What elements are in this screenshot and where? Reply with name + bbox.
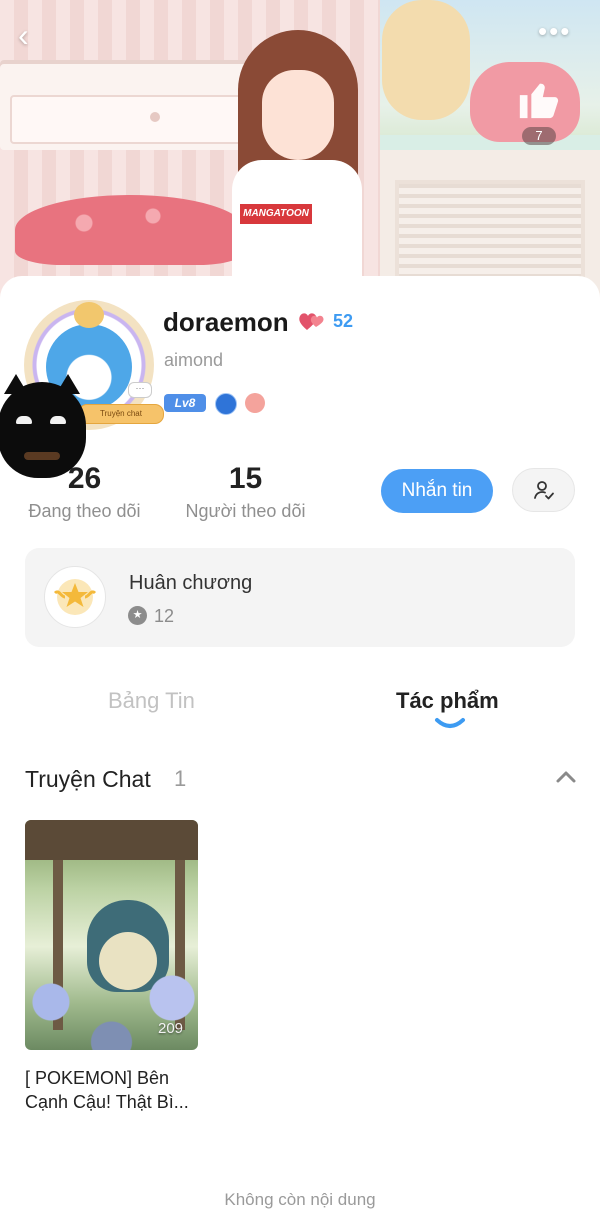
follow-status-button[interactable]	[512, 468, 575, 512]
following-label: Đang theo dõi	[28, 501, 141, 521]
medal-title: Huân chương	[129, 572, 253, 594]
tab-news-feed[interactable]: Bảng Tin	[108, 686, 195, 716]
more-options-button[interactable]: •••	[538, 18, 578, 46]
work-title[interactable]: [ POKEMON] Bên Cạnh Cậu! Thật Bì...	[25, 1066, 215, 1114]
section-title: Truyện Chat	[25, 766, 151, 792]
following-count: 26	[67, 462, 102, 495]
cat-collar	[24, 452, 60, 460]
follow-status-icon	[533, 481, 554, 500]
work-cover[interactable]	[25, 820, 198, 1050]
heart-count: 52	[333, 311, 354, 331]
more-dots-icon: •••	[538, 16, 572, 46]
banner-cabinet-slats	[395, 180, 585, 290]
avatar-chat-bubble-icon: ···	[128, 382, 152, 398]
banner-drawer	[10, 95, 244, 144]
cat-eye-right	[50, 416, 66, 424]
like-button[interactable]: 7	[512, 76, 566, 148]
medal-card[interactable]	[25, 548, 575, 647]
vip-badge-icon[interactable]	[215, 393, 237, 415]
banner-shirt-logo: MANGATOON	[240, 204, 312, 224]
banner-plush-bear	[382, 0, 470, 120]
followers-label: Người theo dõi	[185, 501, 306, 521]
medal-icon	[44, 566, 106, 628]
tab-active-indicator	[435, 718, 465, 728]
level-badge-icon: Lv8	[164, 394, 206, 412]
followers-stat[interactable]: 15 Người theo dõi	[178, 460, 313, 524]
tab-works[interactable]: Tác phẩm	[396, 686, 499, 716]
back-arrow-icon: ‹	[18, 17, 29, 53]
end-of-content-text: Không còn nội dung	[224, 1190, 376, 1209]
like-count: 7	[522, 127, 556, 145]
wing-badge-icon[interactable]	[245, 393, 265, 413]
avatar-tag: Truyện chat	[78, 404, 164, 424]
cat-eye-left	[16, 416, 32, 424]
banner-girl-face	[262, 70, 334, 160]
banner-drawer-knob	[150, 112, 160, 122]
cover-roof	[25, 820, 198, 860]
followers-count: 15	[228, 462, 263, 495]
avatar-frame-bear	[74, 302, 104, 328]
star-icon: ★	[128, 606, 147, 625]
profile-banner: MANGATOON	[0, 0, 600, 300]
medal-count: 12	[154, 606, 175, 626]
message-button[interactable]: Nhắn tin	[381, 469, 493, 513]
collapse-chevron-icon[interactable]	[554, 766, 578, 786]
banner-stool	[15, 195, 245, 265]
following-stat[interactable]: 26 Đang theo dõi	[22, 460, 147, 524]
thumbs-up-icon	[519, 83, 559, 119]
back-button[interactable]: ‹	[18, 17, 52, 54]
section-count: 1	[174, 766, 187, 791]
work-view-count: 209	[158, 1020, 184, 1037]
username: doraemon	[163, 307, 289, 337]
user-handle: aimond	[164, 350, 224, 370]
hearts-icon	[299, 313, 324, 330]
